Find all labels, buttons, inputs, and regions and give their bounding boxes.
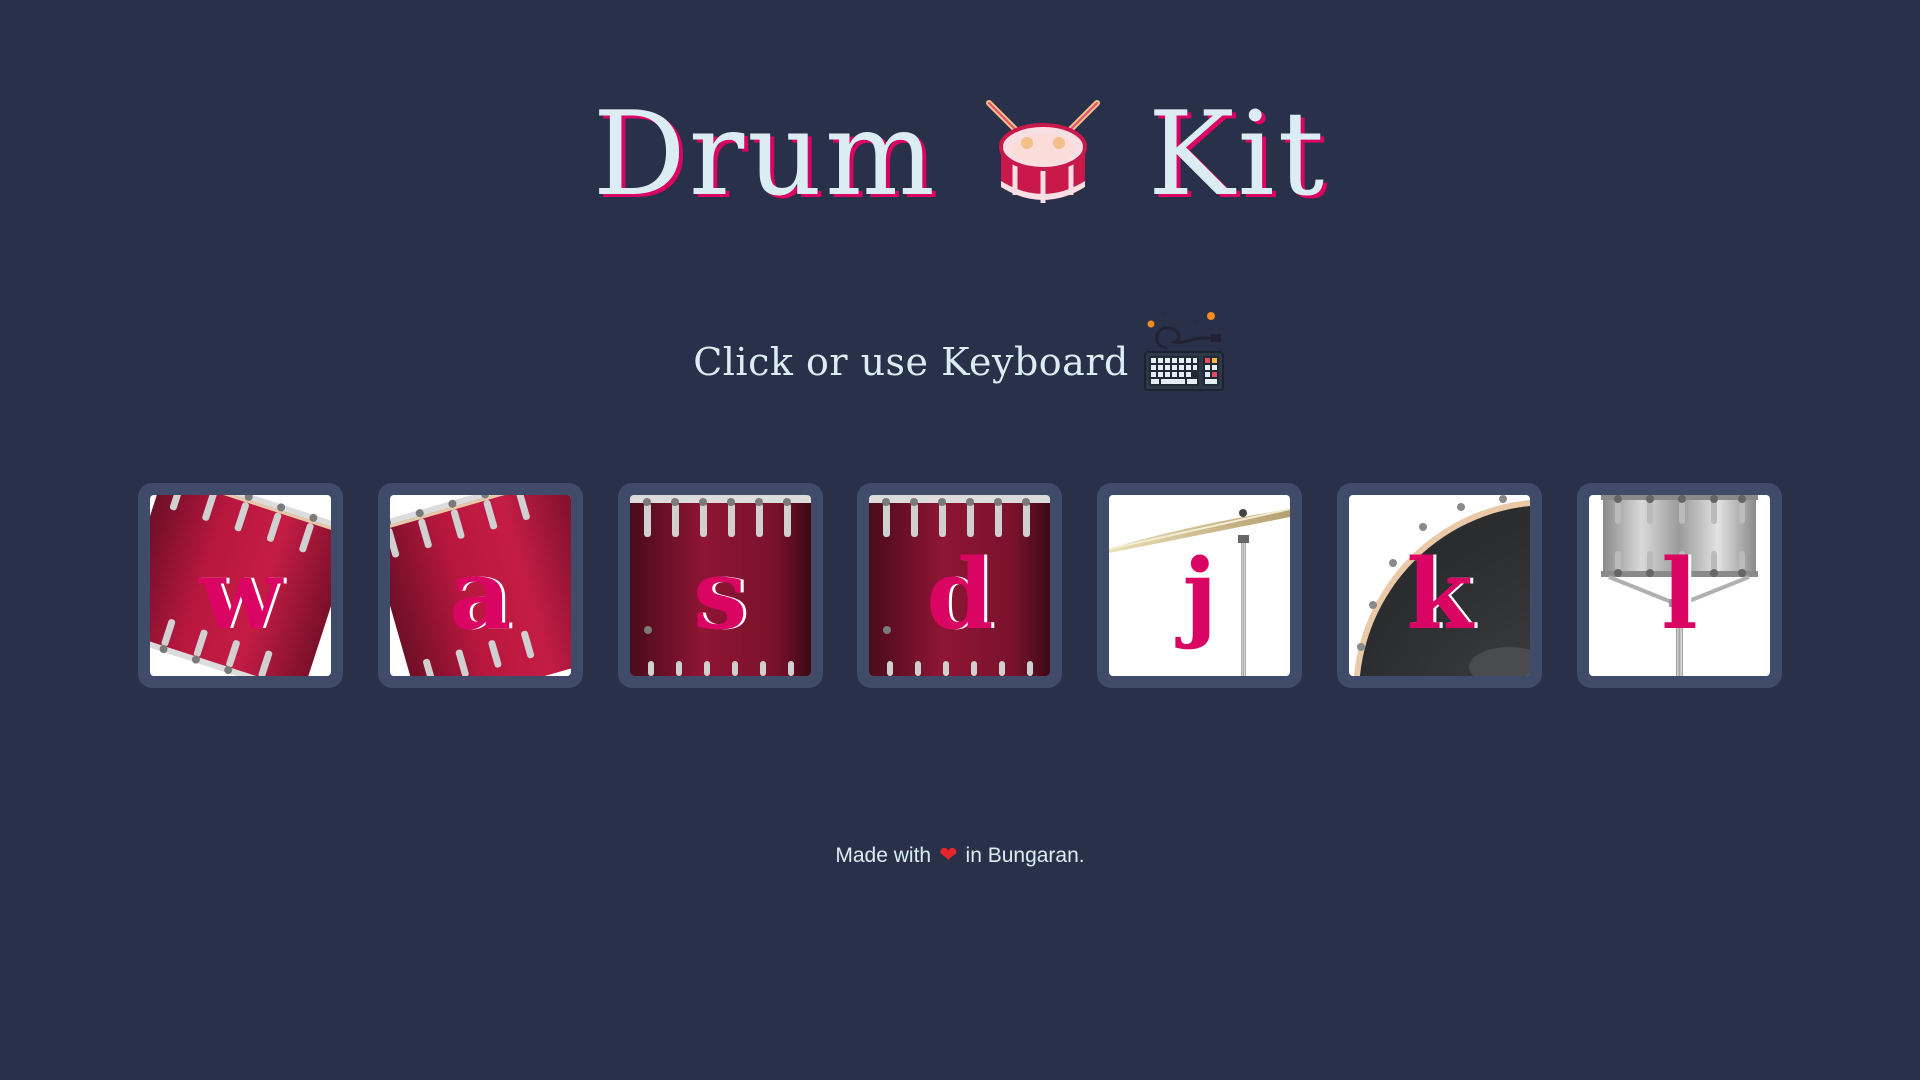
pad-key-label: k <box>1406 538 1473 651</box>
pad-key-label: d <box>926 538 994 651</box>
drum-pad-a[interactable]: a <box>377 483 583 688</box>
drum-pad-k[interactable]: k <box>1337 483 1543 688</box>
pad-key-label: a <box>449 538 512 651</box>
drum-pad-w[interactable]: w <box>138 483 343 688</box>
instruction-row: Click or use Keyboard <box>0 312 1920 394</box>
title-word-drum: Drum <box>592 87 938 222</box>
pad-key-label: s <box>693 538 748 651</box>
heart-icon: ❤ <box>939 842 958 867</box>
tom-2-image: a <box>389 495 571 676</box>
drum-pad-d[interactable]: d <box>857 483 1063 688</box>
page-title: Drum Kit <box>0 95 1920 215</box>
footer: Made with ❤ in Bungaran. <box>0 842 1920 868</box>
title-word-kit: Kit <box>1147 87 1328 222</box>
drum-icon <box>983 95 1103 215</box>
drum-pad-l[interactable]: l <box>1576 483 1782 688</box>
drum-pad-s[interactable]: s <box>617 483 823 688</box>
drum-pads: w a s d j k l <box>138 483 1782 688</box>
instruction-text: Click or use Keyboard <box>693 340 1129 384</box>
snare-image: l <box>1588 495 1770 676</box>
pad-key-label: j <box>1182 538 1218 651</box>
footer-prefix: Made with <box>835 844 932 867</box>
kick-bass-image: k <box>1349 495 1531 676</box>
tom-3-image: s <box>629 495 811 676</box>
tom-1-image: w <box>150 495 331 676</box>
crash-cymbal-image: j <box>1109 495 1291 676</box>
pad-key-label: w <box>199 538 282 651</box>
footer-suffix: in Bungaran. <box>965 844 1085 867</box>
keyboard-icon <box>1141 308 1227 394</box>
drum-pad-j[interactable]: j <box>1097 483 1303 688</box>
tom-4-image: d <box>869 495 1051 676</box>
pad-key-label: l <box>1661 538 1698 651</box>
